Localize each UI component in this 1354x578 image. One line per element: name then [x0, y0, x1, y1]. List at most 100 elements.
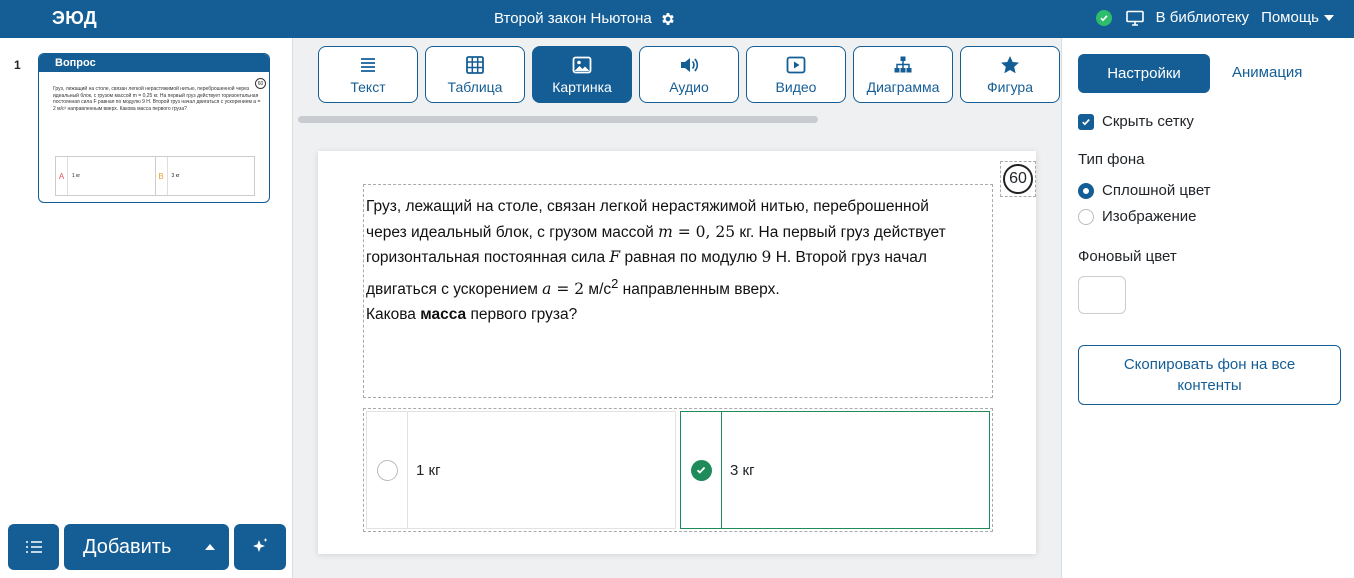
ai-generate-button[interactable] [234, 524, 286, 570]
bg-option-solid[interactable]: Сплошной цвет [1078, 182, 1211, 199]
tool-label: Видео [775, 78, 817, 95]
question-text: первого груза? [466, 306, 578, 324]
answer-text: 1 кг [416, 461, 441, 479]
image-icon [572, 56, 592, 73]
bg-type-label: Тип фона [1078, 151, 1145, 168]
radio-selected-icon[interactable] [1078, 182, 1094, 199]
tool-image[interactable]: Картинка [532, 46, 632, 103]
tool-label: Фигура [987, 78, 1033, 95]
chevron-down-icon [1324, 14, 1334, 21]
slide-canvas[interactable]: 60 Груз, лежащий на столе, связан легкой… [318, 151, 1036, 554]
sidebar-bottom-bar: Добавить [8, 524, 286, 570]
thumb-answer: B 3 кг [156, 157, 255, 195]
tool-shape[interactable]: Фигура [960, 46, 1060, 103]
add-slide-button[interactable]: Добавить [64, 524, 229, 570]
tool-label: Аудио [669, 78, 709, 95]
element-toolbar: Текст Таблица Картинка Аудио Видео Диагр… [318, 46, 1060, 103]
thumb-question-text: Груз, лежащий на столе, связан легкой не… [53, 86, 261, 112]
add-label: Добавить [83, 535, 172, 558]
question-text: двигаться с ускорением [366, 280, 543, 298]
check-circle-icon[interactable] [690, 459, 712, 481]
question-line: Груз, лежащий на столе, связан легкой не… [366, 198, 929, 215]
thumb-answers: A 1 кг B 3 кг [55, 156, 255, 196]
settings-panel: Настройки Анимация Скрыть сетку Тип фона… [1061, 38, 1354, 578]
library-link[interactable]: В библиотеку [1156, 9, 1249, 26]
star-icon [1001, 55, 1019, 73]
question-text: Н. Второй груз начал [771, 249, 927, 266]
question-line: через идеальный блок, с грузом массой m … [366, 220, 990, 246]
tool-label: Текст [350, 78, 386, 95]
answer-mark [681, 412, 722, 528]
lesson-title-area: Второй закон Ньютона [494, 10, 676, 27]
lesson-title: Второй закон Ньютона [494, 10, 652, 27]
bg-option-label: Сплошной цвет [1102, 182, 1211, 199]
chevron-up-icon [205, 544, 215, 550]
question-line: двигаться с ускорением a = 2 м/с2 направ… [366, 271, 990, 303]
radio-unselected-icon[interactable] [1078, 208, 1094, 225]
question-line: Какова масса первого груза? [366, 302, 990, 328]
radio-empty-icon[interactable] [376, 459, 398, 481]
math-variable: m [658, 222, 673, 241]
tool-label: Картинка [552, 78, 612, 95]
tool-video[interactable]: Видео [746, 46, 846, 103]
table-icon [466, 55, 484, 74]
copy-bg-button[interactable]: Скопировать фон на все контенты [1078, 345, 1341, 405]
thumb-answer-letter: A [56, 157, 68, 195]
thumb-answer-letter: B [156, 157, 168, 195]
answer-text: 3 кг [730, 461, 755, 479]
slides-sidebar: 1 Вопрос 60 Груз, лежащий на столе, связ… [0, 38, 293, 578]
answer-option-correct[interactable]: 3 кг [680, 411, 990, 529]
text-icon [361, 57, 375, 72]
gear-icon[interactable] [660, 11, 676, 27]
toolbar-scrollbar[interactable] [298, 116, 818, 123]
question-bold-text: масса [420, 306, 467, 324]
question-text: Какова [366, 306, 421, 324]
hide-grid-checkbox[interactable]: Скрыть сетку [1078, 113, 1194, 130]
bg-option-label: Изображение [1102, 208, 1197, 225]
tab-animation[interactable]: Анимация [1232, 64, 1302, 81]
help-label: Помощь [1261, 9, 1319, 26]
answers-block: 1 кг 3 кг [363, 408, 993, 532]
tool-label: Таблица [447, 78, 503, 95]
question-text: равная по модулю [620, 249, 762, 266]
tool-table[interactable]: Таблица [425, 46, 525, 103]
top-right-actions: В библиотеку Помощь [1095, 9, 1334, 26]
question-text: кг. На первый груз действует [735, 223, 946, 241]
question-line: горизонтальная постоянная сила F равная … [366, 245, 990, 271]
tab-settings[interactable]: Настройки [1078, 54, 1210, 93]
help-menu[interactable]: Помощь [1261, 9, 1334, 26]
bg-color-swatch[interactable] [1078, 276, 1126, 314]
math-variable: F [609, 248, 621, 266]
answer-option[interactable]: 1 кг [366, 411, 676, 529]
slide-number: 1 [14, 58, 21, 72]
hide-grid-label: Скрыть сетку [1102, 113, 1194, 130]
math-value: = 0, 25 [672, 222, 736, 241]
video-icon [786, 56, 806, 73]
unit-text: м/с [584, 280, 612, 298]
slide-thumbnail[interactable]: Вопрос 60 Груз, лежащий на столе, связан… [38, 53, 270, 203]
slide-list-button[interactable] [8, 524, 59, 570]
tool-text[interactable]: Текст [318, 46, 418, 103]
tool-diagram[interactable]: Диаграмма [853, 46, 953, 103]
sparkle-icon [253, 538, 268, 552]
question-text: через идеальный блок, с грузом массой [366, 223, 659, 241]
monitor-icon[interactable] [1125, 10, 1144, 26]
tool-audio[interactable]: Аудио [639, 46, 739, 103]
answer-mark [367, 412, 408, 528]
question-text: направленным вверх. [618, 280, 780, 298]
app-logo[interactable]: ЭЮД [52, 8, 97, 29]
status-ok-icon [1095, 9, 1112, 26]
question-text: горизонтальная постоянная сила [366, 249, 610, 266]
top-bar: ЭЮД Второй закон Ньютона В библиотеку По… [0, 0, 1354, 38]
diagram-icon [894, 56, 912, 72]
checkbox-checked-icon[interactable] [1078, 113, 1094, 130]
question-timer[interactable]: 60 [1003, 164, 1033, 194]
math-value: 9 [761, 248, 772, 266]
list-icon [25, 541, 42, 553]
thumb-answer-text: 1 кг [72, 173, 81, 179]
thumb-answer: A 1 кг [56, 157, 156, 195]
question-text-block[interactable]: Груз, лежащий на столе, связан легкой не… [363, 184, 993, 398]
bg-color-label: Фоновый цвет [1078, 248, 1177, 265]
bg-option-image[interactable]: Изображение [1078, 208, 1197, 225]
tool-label: Диаграмма [866, 78, 940, 95]
